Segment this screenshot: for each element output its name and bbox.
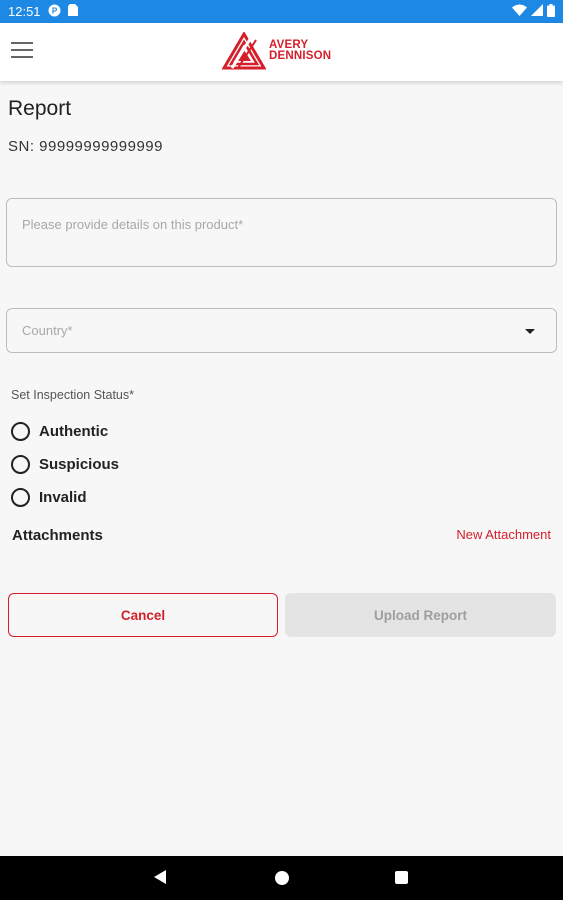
signal-icon bbox=[531, 4, 543, 19]
radio-label: Suspicious bbox=[39, 456, 120, 473]
radio-button-icon[interactable] bbox=[11, 488, 30, 507]
cancel-button[interactable]: Cancel bbox=[8, 593, 278, 637]
serial-number: SN: 99999999999999 bbox=[8, 138, 163, 155]
system-nav-bar bbox=[0, 856, 563, 900]
radio-suspicious[interactable]: Suspicious bbox=[11, 455, 119, 474]
radio-invalid[interactable]: Invalid bbox=[11, 488, 87, 507]
status-bar: 12:51 P bbox=[0, 0, 563, 23]
battery-icon bbox=[547, 3, 555, 20]
avery-logo-mark-icon bbox=[222, 32, 266, 70]
new-attachment-link[interactable]: New Attachment bbox=[456, 527, 551, 542]
notification-app-icon: P bbox=[48, 4, 61, 20]
details-field[interactable] bbox=[6, 198, 557, 267]
details-input[interactable] bbox=[7, 199, 556, 266]
radio-label: Invalid bbox=[39, 489, 87, 506]
sim-card-icon bbox=[67, 4, 78, 19]
country-placeholder: Country* bbox=[22, 323, 73, 338]
avery-dennison-logo: AVERY DENNISON bbox=[222, 32, 331, 70]
page-title: Report bbox=[8, 97, 72, 120]
dropdown-arrow-icon bbox=[525, 329, 535, 334]
home-icon[interactable] bbox=[275, 871, 289, 885]
radio-authentic[interactable]: Authentic bbox=[11, 422, 108, 441]
radio-button-icon[interactable] bbox=[11, 422, 30, 441]
menu-icon[interactable] bbox=[11, 42, 33, 60]
recent-apps-icon[interactable] bbox=[395, 871, 408, 884]
status-time: 12:51 bbox=[8, 4, 41, 19]
radio-label: Authentic bbox=[39, 423, 109, 440]
inspection-status-label: Set Inspection Status* bbox=[11, 388, 134, 402]
svg-text:P: P bbox=[51, 6, 57, 15]
radio-button-icon[interactable] bbox=[11, 455, 30, 474]
wifi-icon bbox=[512, 4, 527, 19]
logo-text-line2: DENNISON bbox=[269, 50, 332, 62]
upload-report-button[interactable]: Upload Report bbox=[285, 593, 556, 637]
app-bar: AVERY DENNISON bbox=[0, 23, 563, 81]
attachments-label: Attachments bbox=[12, 527, 103, 544]
country-select[interactable]: Country* bbox=[6, 308, 557, 353]
back-icon[interactable] bbox=[154, 870, 166, 889]
